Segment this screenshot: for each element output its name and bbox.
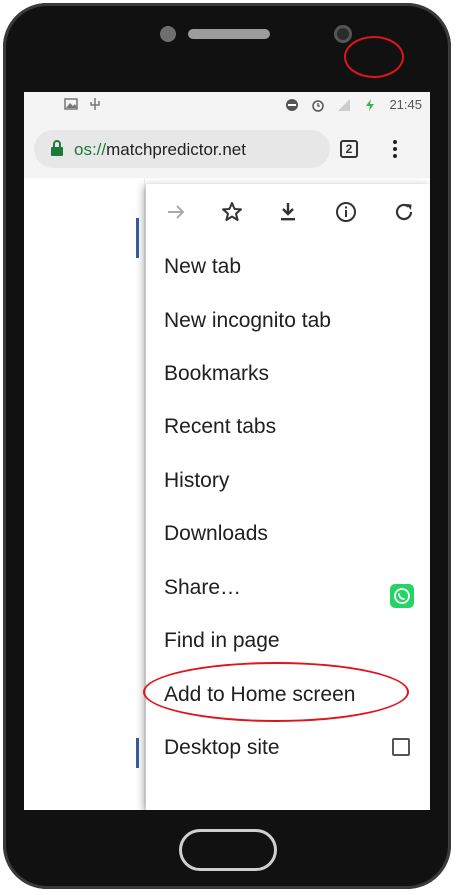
lock-icon <box>50 140 64 156</box>
browser-toolbar: os://matchpredictor.net 2 <box>24 120 430 178</box>
refresh-icon[interactable] <box>392 200 416 224</box>
page-accent-bar <box>136 218 139 258</box>
menu-item-bookmarks[interactable]: Bookmarks <box>146 347 430 400</box>
menu-item-new-tab[interactable]: New tab <box>146 240 430 293</box>
url-scheme: os:// <box>74 140 107 159</box>
usb-icon <box>88 97 102 111</box>
alarm-icon <box>311 98 325 112</box>
menu-item-downloads[interactable]: Downloads <box>146 507 430 560</box>
status-time: 21:45 <box>389 97 422 112</box>
whatsapp-icon[interactable] <box>390 575 414 608</box>
status-bar: 21:45 <box>24 92 430 120</box>
menu-item-recent-tabs[interactable]: Recent tabs <box>146 400 430 453</box>
menu-button-highlight <box>344 36 404 78</box>
desktop-site-checkbox[interactable] <box>392 738 410 756</box>
address-bar[interactable]: os://matchpredictor.net <box>34 130 330 168</box>
battery-charging-icon <box>363 98 377 112</box>
signal-icon <box>337 98 351 112</box>
proximity-sensor <box>160 26 176 42</box>
home-button[interactable] <box>179 829 277 871</box>
image-notification-icon <box>64 97 78 111</box>
page-left-panel <box>24 178 145 810</box>
front-camera <box>334 25 352 43</box>
menu-item-history[interactable]: History <box>146 454 430 507</box>
do-not-disturb-icon <box>285 98 299 112</box>
menu-item-desktop-site[interactable]: Desktop site <box>146 721 430 774</box>
menu-item-share[interactable]: Share… <box>146 561 430 614</box>
bookmark-star-icon[interactable] <box>220 200 244 224</box>
url-host: matchpredictor.net <box>106 140 246 159</box>
download-icon[interactable] <box>276 200 300 224</box>
menu-item-find-in-page[interactable]: Find in page <box>146 614 430 667</box>
tab-switcher-button[interactable]: 2 <box>340 140 358 158</box>
menu-item-new-incognito-tab[interactable]: New incognito tab <box>146 294 430 347</box>
url-text: os://matchpredictor.net <box>74 140 246 160</box>
forward-icon[interactable] <box>164 200 188 224</box>
add-to-home-highlight <box>143 662 409 722</box>
more-options-icon[interactable] <box>385 132 405 166</box>
info-icon[interactable] <box>334 200 358 224</box>
menu-icon-row <box>146 184 430 240</box>
page-accent-bar <box>136 738 139 768</box>
earpiece-speaker <box>188 29 270 39</box>
